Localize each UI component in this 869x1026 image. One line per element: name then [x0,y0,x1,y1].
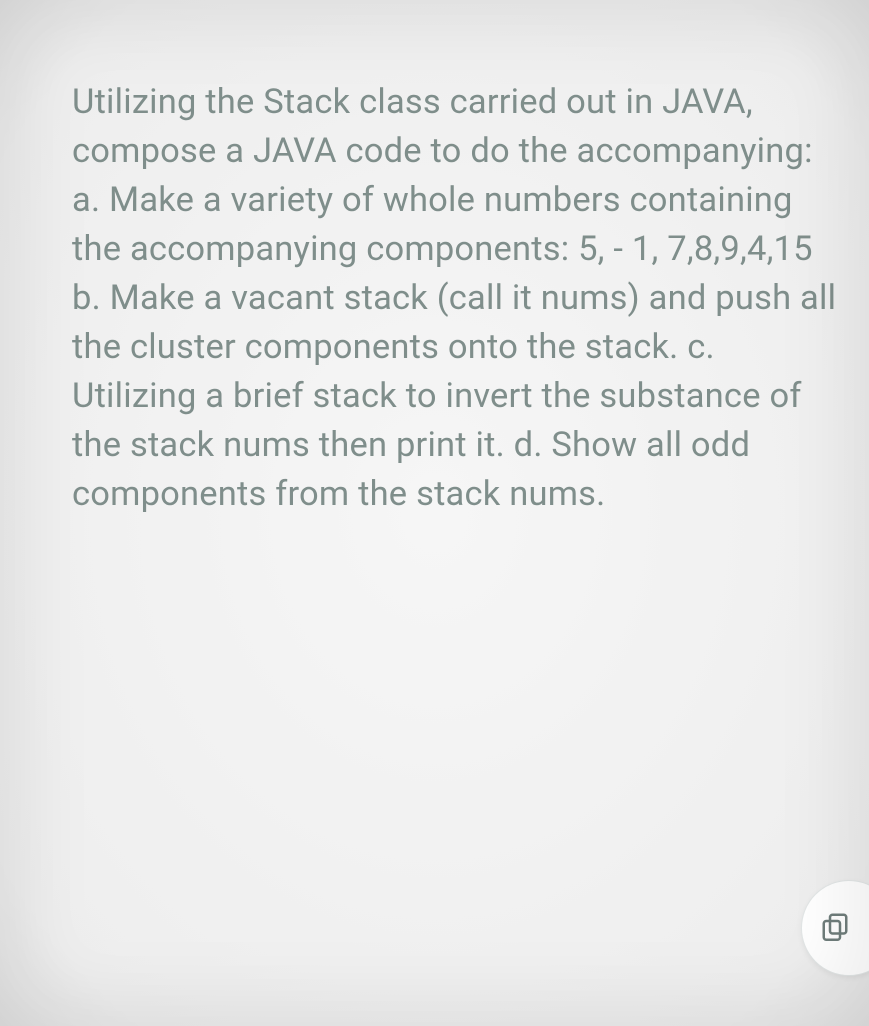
copy-button[interactable] [801,880,869,976]
question-block: Utilizing the Stack class carried out in… [72,78,841,519]
copy-icon [834,911,864,945]
question-text: Utilizing the Stack class carried out in… [72,78,841,519]
